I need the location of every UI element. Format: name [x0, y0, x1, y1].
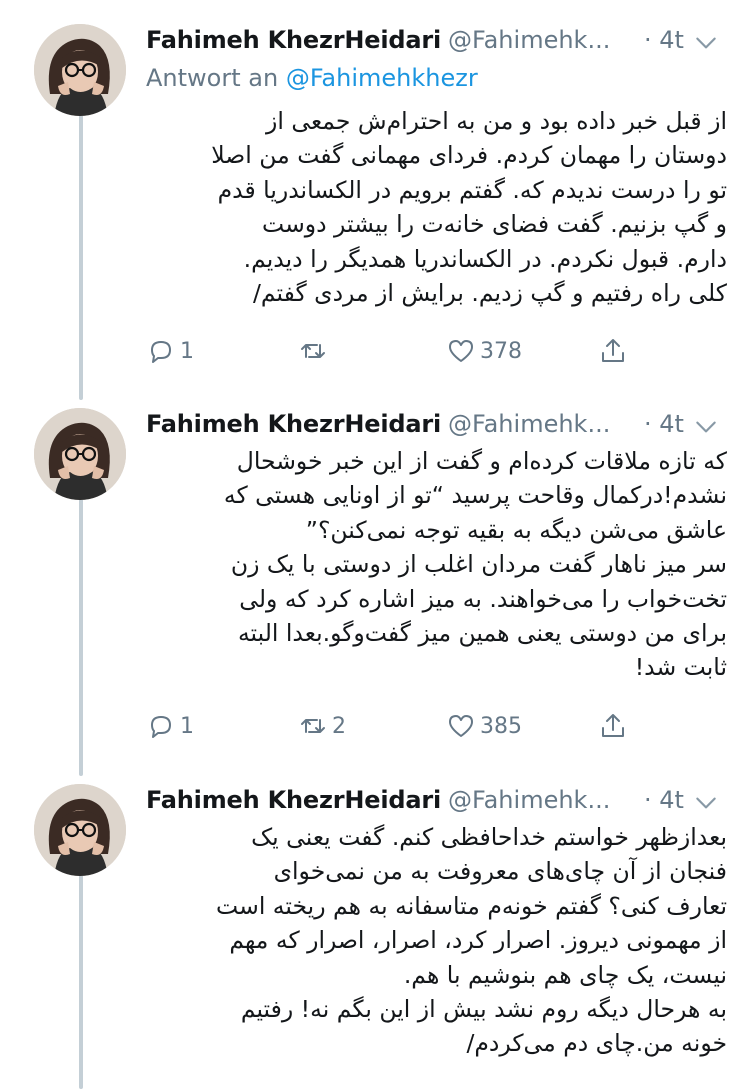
retweet-button[interactable]: 2	[298, 706, 346, 746]
like-button[interactable]: 378	[446, 331, 522, 371]
chevron-down-icon[interactable]	[693, 414, 719, 440]
reply-icon	[151, 341, 171, 363]
like-button[interactable]: 385	[446, 706, 522, 746]
tweet-header: Fahimeh KhezrHeidari @Fahimehk... · 4t	[146, 24, 723, 64]
share-icon	[602, 339, 624, 362]
tweet-header: Fahimeh KhezrHeidari @Fahimehk... · 4t	[146, 784, 723, 824]
tweet-text: که تازه ملاقات کرده‌ام و گفت از این خبر …	[223, 447, 727, 682]
user-handle[interactable]: @Fahimehk...	[448, 786, 610, 814]
reply-icon	[151, 716, 171, 738]
reply-button[interactable]: 1	[146, 331, 194, 371]
like-icon	[449, 715, 473, 737]
avatar[interactable]	[34, 24, 126, 116]
share-button[interactable]	[598, 331, 628, 371]
reply-button[interactable]: 1	[146, 706, 194, 746]
retweet-icon	[301, 344, 325, 358]
avatar[interactable]	[34, 408, 126, 500]
display-name[interactable]: Fahimeh KhezrHeidari	[146, 786, 441, 814]
tweet[interactable]: Fahimeh KhezrHeidari @Fahimehk... · 4t ب…	[0, 784, 749, 1089]
timestamp[interactable]: · 4t	[644, 786, 684, 814]
like-count: 385	[480, 713, 522, 739]
reply-count: 1	[180, 713, 194, 739]
like-icon	[449, 340, 473, 362]
retweet-button[interactable]	[298, 331, 332, 371]
display-name[interactable]: Fahimeh KhezrHeidari	[146, 410, 441, 438]
reply-count: 1	[180, 338, 194, 364]
timestamp[interactable]: · 4t	[644, 26, 684, 54]
display-name[interactable]: Fahimeh KhezrHeidari	[146, 26, 441, 54]
timestamp[interactable]: · 4t	[644, 410, 684, 438]
like-count: 378	[480, 338, 522, 364]
retweet-count: 2	[332, 713, 346, 739]
tweet-actions: 1 2 385	[146, 706, 636, 746]
user-handle[interactable]: @Fahimehk...	[448, 410, 610, 438]
chevron-down-icon[interactable]	[693, 30, 719, 56]
share-icon	[602, 714, 624, 737]
tweet[interactable]: Fahimeh KhezrHeidari @Fahimehk... · 4t ک…	[0, 408, 749, 778]
reply-prefix: Antwort an	[146, 64, 279, 92]
avatar[interactable]	[34, 784, 126, 876]
tweet-actions: 1 378	[146, 331, 636, 371]
tweet-text: بعدازظهر خواستم خداحافظی کنم. گفت یعنی ی…	[216, 823, 727, 1058]
retweet-icon	[301, 719, 325, 733]
chevron-down-icon[interactable]	[693, 790, 719, 816]
tweet-header: Fahimeh KhezrHeidari @Fahimehk... · 4t	[146, 408, 723, 448]
reply-mention-link[interactable]: @Fahimehkhezr	[286, 64, 478, 92]
tweet[interactable]: Fahimeh KhezrHeidari @Fahimehk... · 4t A…	[0, 24, 749, 394]
share-button[interactable]	[598, 706, 628, 746]
tweet-text: از قبل خبر داده بود و من به احترام‌ش جمع…	[211, 107, 727, 308]
reply-to-line: Antwort an @Fahimehkhezr	[146, 64, 478, 92]
user-handle[interactable]: @Fahimehk...	[448, 26, 610, 54]
